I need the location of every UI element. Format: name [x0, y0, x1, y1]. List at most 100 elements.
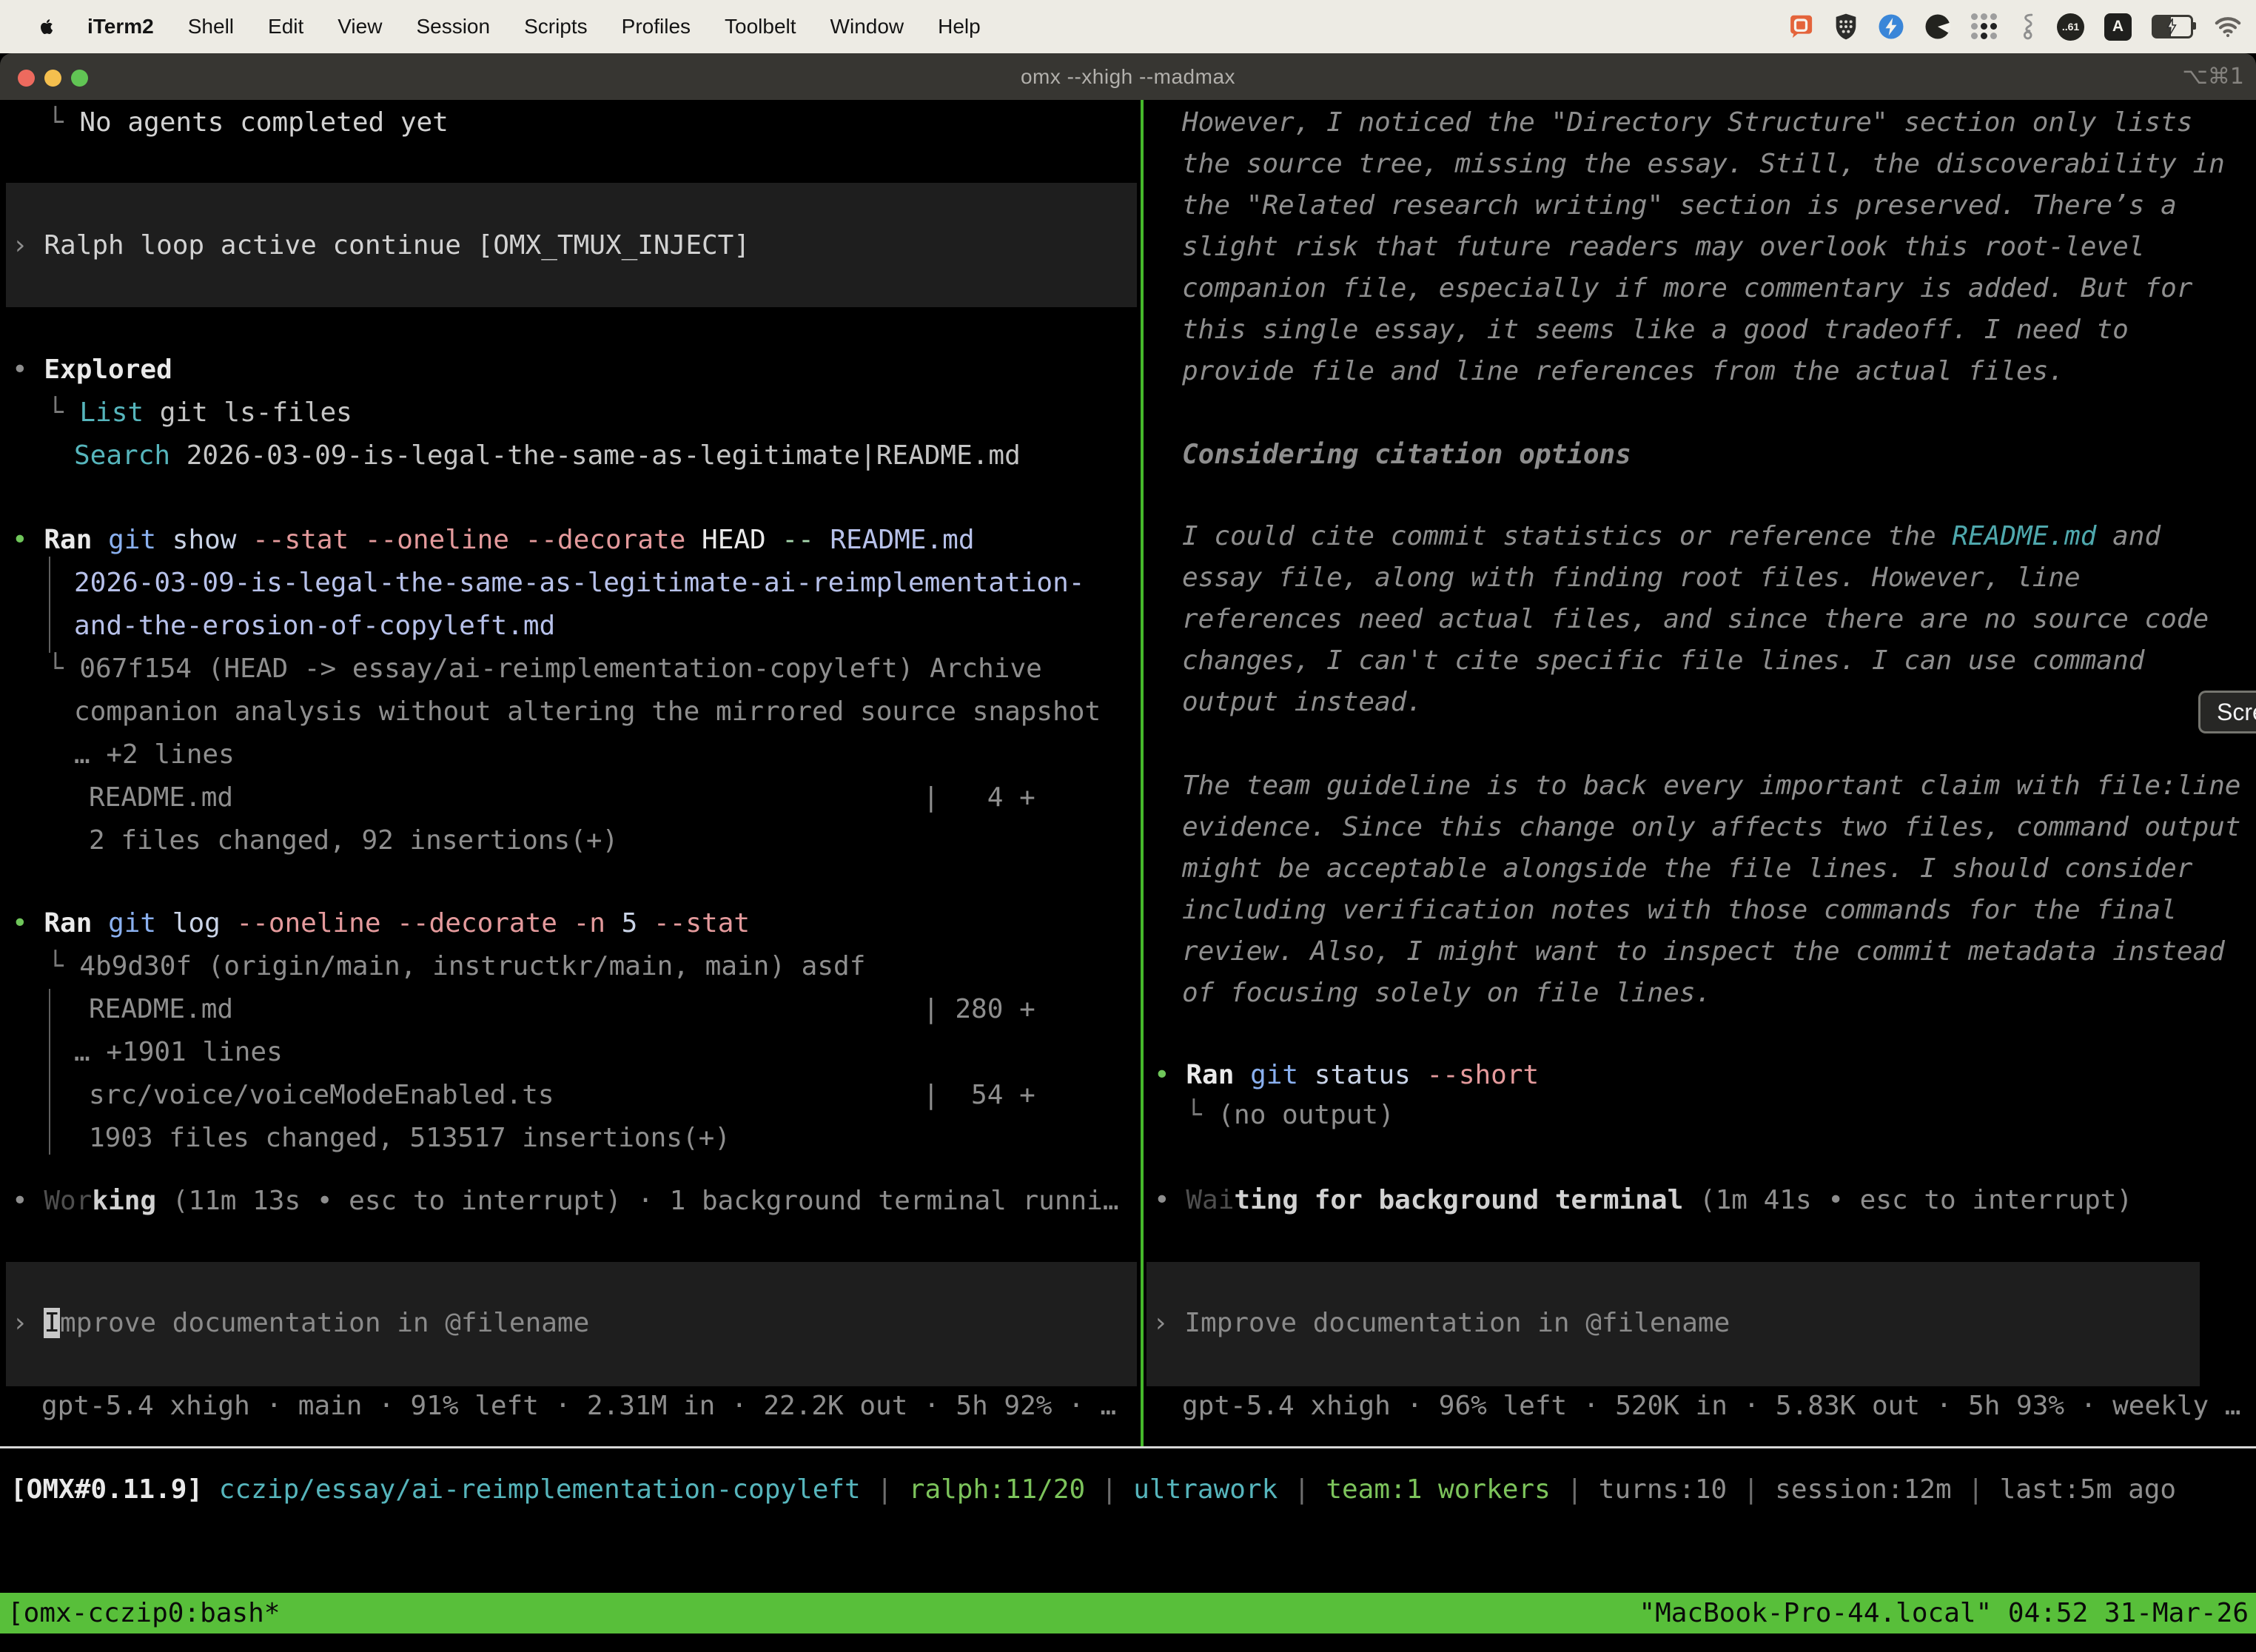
terminal-line: The team guideline is to back every impo… [1182, 765, 2240, 807]
terminal-line: └ (no output) [1186, 1095, 1394, 1136]
tmux-host-clock: "MacBook-Pro-44.local" 04:52 31-Mar-26 [1639, 1593, 2249, 1633]
terminal-line: provide file and line references from th… [1182, 351, 2064, 392]
terminal-text: └ [47, 951, 79, 981]
terminal-text: List [79, 397, 144, 428]
terminal-line: changes, I can't cite specific file line… [1182, 640, 2144, 682]
terminal-text: -n [574, 908, 622, 939]
terminal-text: Ran [44, 908, 108, 939]
terminal-text: git [108, 525, 172, 555]
terminal-text: | [1952, 1474, 2000, 1505]
terminal-text: | [1727, 1474, 1775, 1505]
terminal-text: • [1154, 1185, 1186, 1215]
terminal-text: › [1152, 1308, 1184, 1338]
terminal-content: └ No agents completed yet› Ralph loop ac… [0, 0, 2256, 1652]
terminal-text: • [12, 525, 44, 555]
terminal-text: › [12, 230, 44, 261]
terminal-line: 2026-03-09-is-legal-the-same-as-legitima… [74, 563, 1084, 604]
terminal-text: 2026-03-09-is-legal-the-same-as-legitima… [74, 568, 1084, 598]
terminal-text: └ [47, 654, 79, 684]
terminal-line: src/voice/voiceModeEnabled.ts | 54 + [89, 1075, 1035, 1116]
terminal-text: --stat --oneline --decorate [252, 525, 702, 555]
screen-share-overlay[interactable]: Scre [2198, 691, 2256, 733]
pane-divider[interactable] [1141, 100, 1144, 1446]
terminal-text: review. Also, I might want to inspect th… [1182, 936, 2225, 967]
terminal-line: and-the-erosion-of-copyleft.md [74, 605, 555, 647]
terminal-line: • Ran git status --short [1154, 1055, 1539, 1096]
terminal-text: ultrawork [1133, 1474, 1278, 1505]
terminal-text: Ran [1186, 1060, 1250, 1090]
terminal-text: (11m 13s • esc to interrupt) · 1 backgro… [156, 1186, 1118, 1216]
terminal-text: 5 [622, 908, 654, 939]
terminal-text: README.md [830, 525, 974, 555]
terminal-text: … +2 lines [74, 739, 235, 770]
terminal-text: including verification notes with those … [1182, 895, 2177, 925]
terminal-line: essay file, along with finding root file… [1182, 557, 2081, 599]
terminal-text: ralph:11/20 [909, 1474, 1085, 1505]
terminal-text: | [861, 1474, 909, 1505]
terminal-text: README.md [1952, 521, 2096, 551]
terminal-text: • [12, 355, 44, 385]
terminal-line: • Waiting for background terminal (1m 41… [1154, 1180, 2132, 1221]
terminal-text: › [12, 1308, 44, 1338]
terminal-text: 067f154 (HEAD -> essay/ai-reimplementati… [79, 654, 1041, 684]
terminal-text: the source tree, missing the essay. Stil… [1182, 149, 2225, 179]
text-cursor: I [44, 1308, 60, 1338]
terminal-line: slight risk that future readers may over… [1182, 226, 2144, 268]
terminal-line: the source tree, missing the essay. Stil… [1182, 144, 2225, 185]
terminal-text: No agents completed yet [79, 107, 449, 138]
terminal-text: … +1901 lines [74, 1037, 283, 1067]
terminal-text: └ [47, 107, 79, 138]
terminal-line: • Working (11m 13s • esc to interrupt) ·… [12, 1181, 1119, 1222]
terminal-text [203, 1474, 219, 1505]
terminal-line: └ 067f154 (HEAD -> essay/ai-reimplementa… [47, 648, 1042, 690]
terminal-text: gpt-5.4 xhigh · main · 91% left · 2.31M … [41, 1391, 1116, 1421]
terminal-line: └ 4b9d30f (origin/main, instructkr/main,… [47, 946, 865, 987]
terminal-text: last:5m ago [2000, 1474, 2176, 1505]
terminal-text: • [1154, 1060, 1186, 1090]
terminal-text: ting for background terminal [1234, 1185, 1683, 1215]
terminal-text: essay file, along with finding root file… [1182, 563, 2081, 593]
terminal-text: changes, I can't cite specific file line… [1182, 645, 2144, 676]
terminal-text: | [1085, 1474, 1133, 1505]
terminal-line: I could cite commit statistics or refere… [1182, 516, 2161, 557]
terminal-line: … +1901 lines [74, 1032, 283, 1073]
terminal-line: of focusing solely on file lines. [1182, 973, 1711, 1014]
terminal-line: companion file, especially if more comme… [1182, 268, 2192, 309]
terminal-text: However, I noticed the "Directory Struct… [1182, 107, 2192, 138]
terminal-text: Considering citation options [1182, 440, 1631, 470]
terminal-line: • Ran git show --stat --oneline --decora… [12, 520, 975, 561]
terminal-text: Explored [44, 355, 172, 385]
terminal-text: • [12, 908, 44, 939]
terminal-text: The team guideline is to back every impo… [1182, 770, 2240, 801]
terminal-line: └ List git ls-files [47, 392, 352, 434]
terminal-text: git [108, 908, 172, 939]
terminal-line: [OMX#0.11.9] cczip/essay/ai-reimplementa… [10, 1469, 2176, 1511]
terminal-line: 1903 files changed, 513517 insertions(+) [89, 1118, 731, 1159]
terminal-line: README.md | 280 + [89, 989, 1035, 1030]
terminal-text: Ran [44, 525, 108, 555]
terminal-text: 4b9d30f (origin/main, instructkr/main, m… [79, 951, 865, 981]
terminal-line: › Improve documentation in @filename [1152, 1303, 1730, 1344]
terminal-line: references need actual files, and since … [1182, 599, 2209, 640]
terminal-text: this single essay, it seems like a good … [1182, 315, 2129, 345]
terminal-line: › Improve documentation in @filename [12, 1303, 589, 1344]
terminal-text: 2026-03-09-is-legal-the-same-as-legitima… [170, 440, 1021, 471]
terminal-text: mprove documentation in @filename [60, 1308, 589, 1338]
terminal-text: -- [782, 525, 830, 555]
terminal-line: • Explored [12, 349, 172, 391]
terminal-line: gpt-5.4 xhigh · main · 91% left · 2.31M … [41, 1386, 1116, 1427]
terminal-text: (no output) [1218, 1100, 1394, 1130]
terminal-text: session:12m [1775, 1474, 1951, 1505]
terminal-text: | [1551, 1474, 1599, 1505]
terminal-text: companion analysis without altering the … [74, 696, 1101, 727]
terminal-text: output instead. [1182, 687, 1423, 717]
terminal-line: Considering citation options [1182, 434, 1631, 476]
terminal-line: … +2 lines [74, 734, 235, 776]
terminal-text: I could cite commit statistics or refere… [1182, 521, 1952, 551]
terminal-text: turns:10 [1599, 1474, 1727, 1505]
terminal-text: Wai [1186, 1185, 1234, 1215]
terminal-text: of focusing solely on file lines. [1182, 978, 1711, 1008]
terminal-line: evidence. Since this change only affects… [1182, 807, 2240, 848]
terminal-text: | [1278, 1474, 1326, 1505]
desktop: iTerm2ShellEditViewSessionScriptsProfile… [0, 0, 2256, 1652]
